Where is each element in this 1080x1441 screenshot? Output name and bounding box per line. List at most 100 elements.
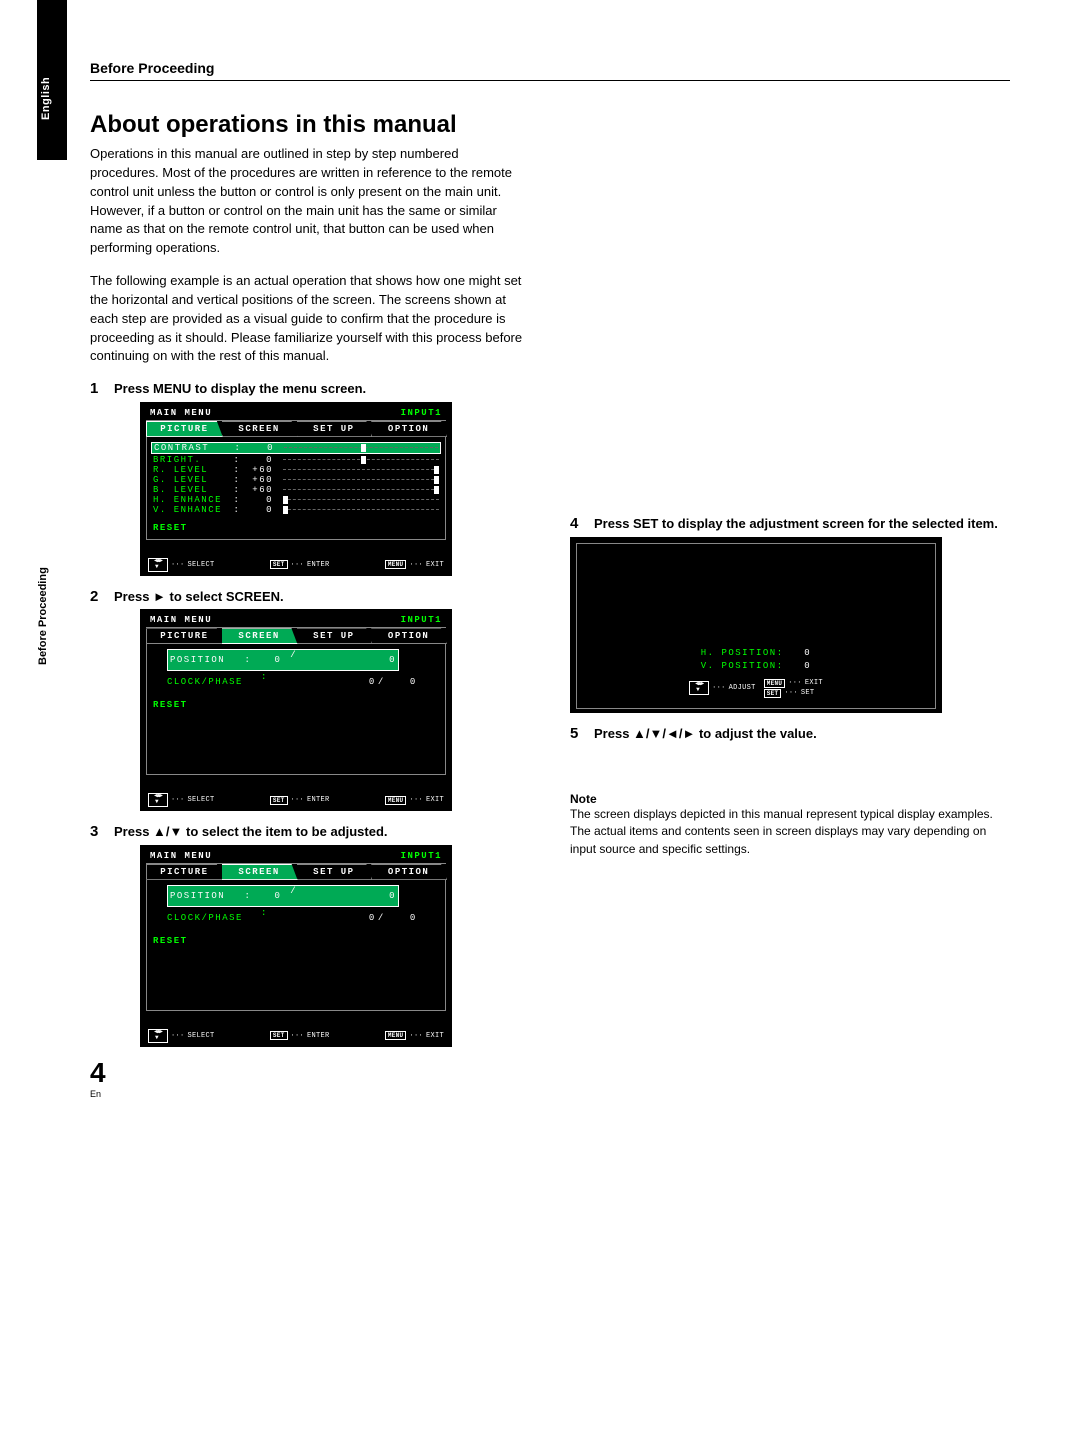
footer-adjust: ADJUST bbox=[729, 684, 756, 692]
osd-label: H. POSITION: bbox=[701, 648, 784, 658]
osd-input-indicator: INPUT1 bbox=[401, 851, 442, 861]
step-5: 5 Press ▲/▼/◄/► to adjust the value. bbox=[570, 725, 1010, 743]
osd-value: +60 bbox=[243, 465, 273, 475]
page-number-lang: En bbox=[90, 1089, 1010, 1099]
osd-reset[interactable]: RESET bbox=[153, 936, 439, 946]
osd-value: 0 bbox=[368, 891, 396, 901]
left-column: About operations in this manual Operatio… bbox=[90, 111, 530, 1047]
right-column: 4 Press SET to display the adjustment sc… bbox=[570, 111, 1010, 1047]
osd-row-henhance[interactable]: H. ENHANCE: 0 bbox=[153, 495, 439, 505]
osd-value: 0 bbox=[346, 677, 376, 687]
step-number: 2 bbox=[90, 588, 104, 606]
osd-value: 0 bbox=[243, 505, 273, 515]
osd-slider bbox=[283, 496, 439, 504]
osd-row-bright[interactable]: BRIGHT.: 0 bbox=[153, 455, 439, 465]
step-4: 4 Press SET to display the adjustment sc… bbox=[570, 515, 1010, 533]
osd-footer: ···SELECT SET ···ENTER MENU ···EXIT bbox=[146, 540, 446, 572]
osd-value: +60 bbox=[243, 485, 273, 495]
osd-label: H. ENHANCE bbox=[153, 495, 231, 505]
osd-reset[interactable]: RESET bbox=[153, 700, 439, 710]
osd-menu-picture: MAIN MENU INPUT1 PICTURE SCREEN SET UP O… bbox=[140, 402, 452, 576]
osd-input-indicator: INPUT1 bbox=[401, 615, 442, 625]
osd-title: MAIN MENU bbox=[150, 615, 212, 625]
footer-enter: ENTER bbox=[307, 796, 330, 804]
osd-value: 0 bbox=[254, 655, 282, 665]
osd-slider bbox=[283, 466, 439, 474]
osd-tab-setup[interactable]: SET UP bbox=[297, 421, 373, 437]
intro-paragraph-2: The following example is an actual opera… bbox=[90, 272, 530, 366]
footer-select: SELECT bbox=[188, 1032, 215, 1040]
language-tab-label: English bbox=[40, 77, 52, 120]
osd-tabs: PICTURE SCREEN SET UP OPTION bbox=[146, 627, 446, 644]
osd-label: V. ENHANCE bbox=[153, 505, 231, 515]
osd-tab-picture[interactable]: PICTURE bbox=[146, 421, 223, 437]
osd-value: 0 bbox=[387, 913, 417, 923]
osd-row-glevel[interactable]: G. LEVEL: +60 bbox=[153, 475, 439, 485]
osd-row-clockphase[interactable]: CLOCK/PHASE: 0 / 0 bbox=[167, 908, 439, 928]
osd-row-clockphase[interactable]: CLOCK/PHASE: 0 / 0 bbox=[167, 672, 439, 692]
set-key-icon: SET bbox=[270, 1031, 288, 1040]
footer-enter: ENTER bbox=[307, 561, 330, 569]
osd-label: G. LEVEL bbox=[153, 475, 231, 485]
osd-value: 0 bbox=[368, 655, 396, 665]
osd-slider bbox=[284, 444, 438, 452]
note-body-1: The screen displays depicted in this man… bbox=[570, 806, 1010, 823]
osd-row-rlevel[interactable]: R. LEVEL: +60 bbox=[153, 465, 439, 475]
step-text: Press ► to select SCREEN. bbox=[114, 588, 530, 606]
osd-row-position[interactable]: POSITION: 0 / 0 bbox=[167, 885, 399, 907]
osd-slider bbox=[283, 506, 439, 514]
osd-tab-picture[interactable]: PICTURE bbox=[146, 628, 223, 644]
osd-row-venhance[interactable]: V. ENHANCE: 0 bbox=[153, 505, 439, 515]
osd-tab-setup[interactable]: SET UP bbox=[297, 628, 373, 644]
page-number-value: 4 bbox=[90, 1057, 106, 1088]
osd-reset[interactable]: RESET bbox=[153, 523, 439, 533]
osd-slider bbox=[283, 476, 439, 484]
intro-paragraph-1: Operations in this manual are outlined i… bbox=[90, 145, 530, 258]
osd-tabs: PICTURE SCREEN SET UP OPTION bbox=[146, 863, 446, 880]
step-3: 3 Press ▲/▼ to select the item to be adj… bbox=[90, 823, 530, 841]
osd-row-blevel[interactable]: B. LEVEL: +60 bbox=[153, 485, 439, 495]
footer-exit: EXIT bbox=[426, 1032, 444, 1040]
section-tab-label: Before Proceeding bbox=[37, 567, 49, 665]
osd-tab-screen[interactable]: SCREEN bbox=[222, 864, 298, 880]
osd-panel: POSITION: 0 / 0 CLOCK/PHASE: 0 / 0 RESET bbox=[146, 880, 446, 1011]
osd-menu-screen: MAIN MENU INPUT1 PICTURE SCREEN SET UP O… bbox=[140, 609, 452, 811]
step-text: Press ▲/▼ to select the item to be adjus… bbox=[114, 823, 530, 841]
menu-key-icon: MENU bbox=[385, 796, 407, 805]
set-key-icon: SET bbox=[270, 560, 288, 569]
osd-adjustment-screen: H. POSITION: 0 V. POSITION: 0 ···ADJUST … bbox=[570, 537, 942, 713]
osd-label: POSITION bbox=[170, 891, 242, 901]
osd-tab-option[interactable]: OPTION bbox=[371, 628, 447, 644]
step-number: 4 bbox=[570, 515, 584, 533]
osd-slider bbox=[283, 456, 439, 464]
footer-enter: ENTER bbox=[307, 1032, 330, 1040]
step-number: 5 bbox=[570, 725, 584, 743]
osd-row-position[interactable]: POSITION: 0 / 0 bbox=[167, 649, 399, 671]
footer-set: SET bbox=[801, 689, 815, 697]
osd-tab-setup[interactable]: SET UP bbox=[297, 864, 373, 880]
page-number: 4 En bbox=[90, 1057, 1010, 1099]
osd-footer: ···SELECT SET ···ENTER MENU ···EXIT bbox=[146, 775, 446, 807]
osd-row-contrast[interactable]: CONTRAST: 0 bbox=[151, 442, 441, 454]
arrow-pad-icon bbox=[148, 793, 168, 807]
note-body-2: The actual items and contents seen in sc… bbox=[570, 823, 1010, 858]
osd-label: BRIGHT. bbox=[153, 455, 231, 465]
osd-tab-screen[interactable]: SCREEN bbox=[222, 628, 298, 644]
menu-key-icon: MENU bbox=[385, 560, 407, 569]
osd-tab-option[interactable]: OPTION bbox=[371, 864, 447, 880]
footer-select: SELECT bbox=[188, 796, 215, 804]
footer-exit: EXIT bbox=[426, 796, 444, 804]
osd-value: +60 bbox=[243, 475, 273, 485]
osd-menu-screen-selected: MAIN MENU INPUT1 PICTURE SCREEN SET UP O… bbox=[140, 845, 452, 1047]
osd-input-indicator: INPUT1 bbox=[401, 408, 442, 418]
osd-tab-picture[interactable]: PICTURE bbox=[146, 864, 223, 880]
osd-tab-option[interactable]: OPTION bbox=[371, 421, 447, 437]
osd-label: V. POSITION: bbox=[701, 661, 784, 671]
osd-label: POSITION bbox=[170, 655, 242, 665]
osd-tab-screen[interactable]: SCREEN bbox=[222, 421, 298, 437]
osd-label: CLOCK/PHASE bbox=[167, 913, 259, 923]
arrow-pad-icon bbox=[689, 681, 709, 695]
osd-value: 0 bbox=[346, 913, 376, 923]
osd-label: CONTRAST bbox=[154, 443, 232, 453]
footer-exit: EXIT bbox=[805, 679, 823, 687]
